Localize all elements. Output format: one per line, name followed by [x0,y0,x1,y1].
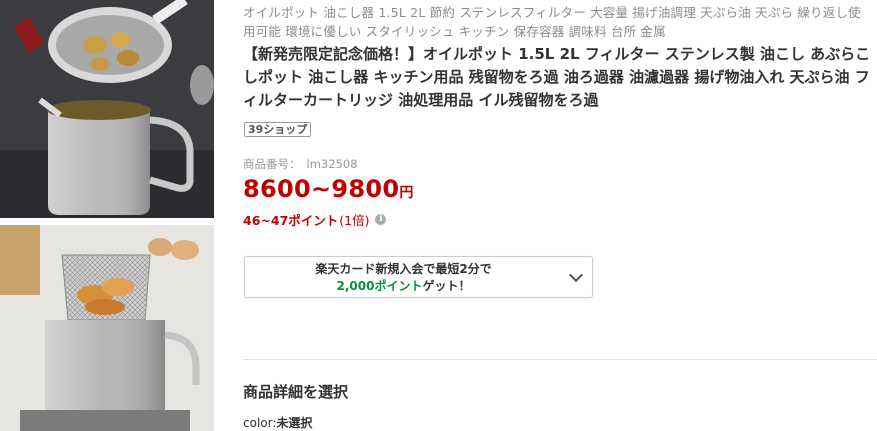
divider [243,359,877,360]
section-title: 商品詳細を選択 [243,383,349,401]
product-title: 【新発売限定記念価格！】オイルポット 1.5L 2L フィルター ステンレス製 … [243,45,871,109]
points-info: 46~47ポイント (1倍) i [243,210,387,229]
promo-points: 2,000ポイント [336,279,423,293]
promo-line2: 2,000ポイントゲット！ [245,277,562,294]
price-unit: 円 [399,185,414,201]
promo-suffix: ゲット！ [422,279,471,293]
product-image-2[interactable] [0,225,214,431]
item-number-value: lm32508 [306,157,358,171]
product-subtitle: オイルポット 油こし器 1.5L 2L 節約 ステンレスフィルター 大容量 揚げ… [243,5,861,39]
price: 8600~9800円 [243,175,413,203]
color-option[interactable]: color:未選択 [243,414,312,431]
oil-pot-with-strainer-photo [0,0,214,218]
rakuten-card-promo-dropdown[interactable]: 楽天カード新規入会で最短2分で 2,000ポイントゲット！ [244,256,593,298]
color-label: color: [243,416,277,430]
points-multiplier: (1倍) [339,213,370,228]
item-number: 商品番号： lm32508 [243,156,363,172]
color-value: 未選択 [276,416,313,430]
frying-basket-on-pot-photo [0,225,214,431]
info-icon[interactable]: i [375,214,387,225]
shop-badge[interactable]: 39ショップ [244,122,312,137]
item-number-label: 商品番号： [243,157,301,171]
chevron-down-icon [568,267,584,283]
points-value: 46~47ポイント [243,213,339,228]
promo-line1: 楽天カード新規入会で最短2分で [315,262,492,276]
product-image-1[interactable] [0,0,214,218]
price-amount: 8600~9800 [243,175,400,203]
